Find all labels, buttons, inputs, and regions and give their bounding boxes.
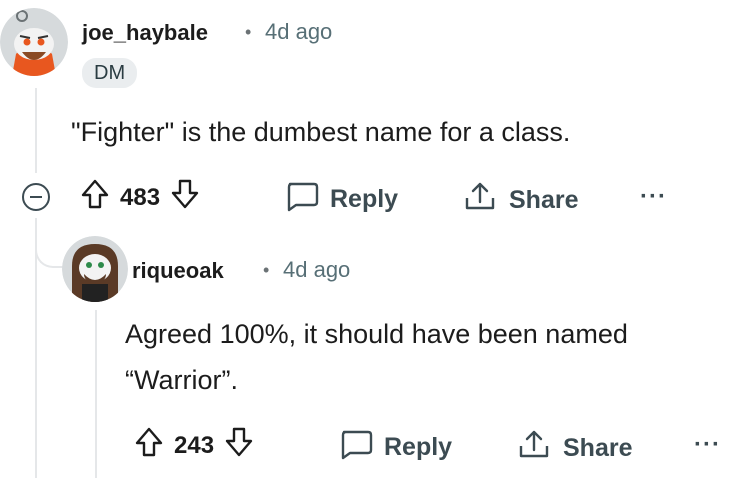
comment-body: "Fighter" is the dumbest name for a clas… [71, 117, 571, 147]
share-label: Share [509, 186, 579, 214]
comment-body-line-1: Agreed 100%, it should have been named [125, 319, 628, 349]
comment-username[interactable]: joe_haybale [82, 20, 208, 46]
share-label: Share [563, 434, 633, 462]
upvote-arrow-icon[interactable] [80, 178, 110, 217]
more-options-icon[interactable]: ··· [694, 431, 721, 459]
thread-line-reply [95, 310, 97, 478]
thread-line-main [35, 88, 37, 173]
avatar-image [0, 8, 68, 76]
user-flair: DM [82, 58, 138, 88]
vote-group: 483 [80, 178, 200, 217]
downvote-arrow-icon[interactable] [224, 426, 254, 465]
speech-bubble-icon [338, 428, 374, 467]
collapse-button[interactable] [22, 183, 50, 211]
comment-username[interactable]: riqueoak [132, 258, 224, 284]
avatar-image [62, 236, 128, 302]
reply-button[interactable]: Reply [284, 180, 398, 219]
upvote-arrow-icon[interactable] [134, 426, 164, 465]
speech-bubble-icon [284, 180, 320, 219]
comment-timestamp[interactable]: 4d ago [283, 257, 350, 283]
more-options-icon[interactable]: ··· [640, 183, 667, 211]
share-upload-icon [517, 428, 551, 469]
reply-label: Reply [330, 185, 399, 213]
meta-separator: • [263, 260, 270, 280]
meta-separator: • [245, 22, 252, 42]
vote-count: 483 [120, 183, 161, 211]
share-button[interactable]: Share [517, 428, 632, 469]
share-button[interactable]: Share [463, 180, 578, 221]
avatar[interactable] [0, 8, 68, 76]
comment-timestamp[interactable]: 4d ago [265, 19, 332, 45]
reply-button[interactable]: Reply [338, 428, 452, 467]
thread-connector [35, 218, 65, 268]
avatar[interactable] [62, 236, 128, 302]
share-upload-icon [463, 180, 497, 221]
vote-group: 243 [134, 426, 254, 465]
comment-body-line-2: “Warrior”. [125, 365, 238, 395]
reply-label: Reply [384, 433, 453, 461]
downvote-arrow-icon[interactable] [170, 178, 200, 217]
vote-count: 243 [174, 431, 215, 459]
